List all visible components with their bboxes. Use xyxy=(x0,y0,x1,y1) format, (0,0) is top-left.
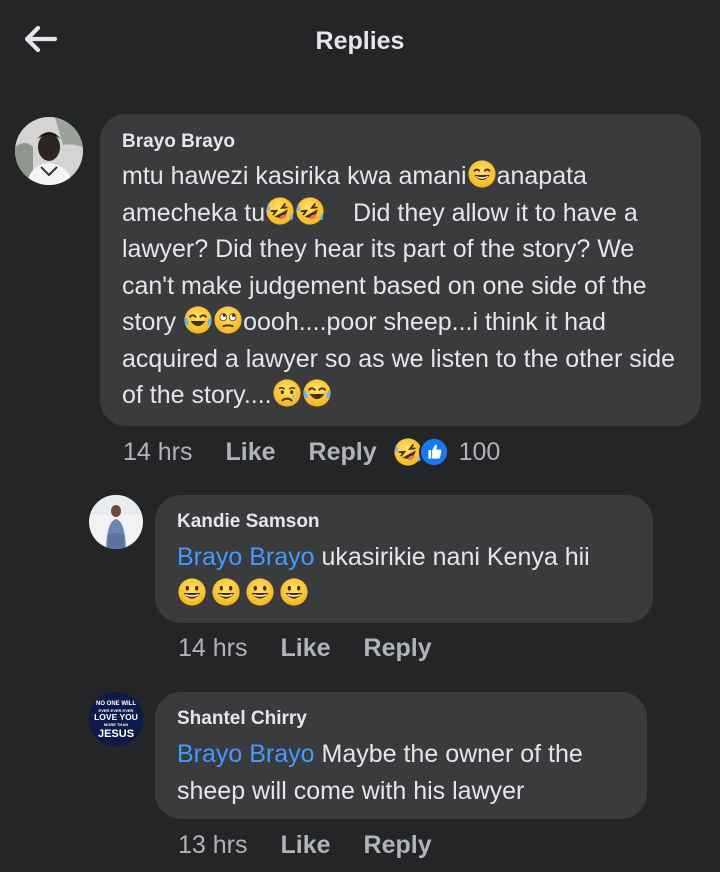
avatar-text: LOVE YOU xyxy=(94,712,138,722)
reply-text: Brayo Brayo ukasirikie nani Kenya hii xyxy=(177,539,633,612)
reaction-summary[interactable]: 100 xyxy=(393,437,501,467)
like-button[interactable]: Like xyxy=(225,438,275,467)
reply-button[interactable]: Reply xyxy=(364,831,432,860)
reply-actions: 13 hrs Like Reply xyxy=(178,831,432,860)
comment-text: mtu hawezi kasirika kwa amani anapata ame… xyxy=(122,158,681,414)
comment-text-part: mtu hawezi kasirika kwa amani xyxy=(122,162,467,190)
avatar-text: NO ONE WILL xyxy=(96,701,136,707)
reply-button[interactable]: Reply xyxy=(364,634,432,663)
reply-button[interactable]: Reply xyxy=(309,438,377,467)
grinning-emoji-icon xyxy=(211,577,241,607)
joy-emoji-icon xyxy=(183,305,213,335)
eye-roll-emoji-icon xyxy=(213,305,243,335)
reply-bubble[interactable]: Shantel Chirry Brayo Brayo Maybe the own… xyxy=(155,692,647,819)
avatar-kandie[interactable] xyxy=(89,495,143,549)
comment-time: 14 hrs xyxy=(123,437,193,466)
reply-text: Brayo Brayo Maybe the owner of the sheep… xyxy=(177,736,627,809)
reply-time: 14 hrs xyxy=(178,634,248,662)
sad-tear-emoji-icon xyxy=(272,378,302,408)
rofl-emoji-icon xyxy=(265,196,295,226)
avatar-text: JESUS xyxy=(98,728,134,740)
reply-text-part: ukasirikie nani Kenya hii xyxy=(314,543,590,571)
avatar-text: MORE THAN xyxy=(104,722,128,727)
reply-bubble[interactable]: Kandie Samson Brayo Brayo ukasirikie nan… xyxy=(155,495,653,623)
mention-link[interactable]: Brayo Brayo xyxy=(177,740,315,768)
comment-author[interactable]: Brayo Brayo xyxy=(122,130,681,154)
grinning-emoji-icon xyxy=(177,577,207,607)
reaction-count: 100 xyxy=(458,437,501,466)
like-button[interactable]: Like xyxy=(280,634,330,663)
top-bar: Replies xyxy=(0,0,720,84)
rofl-emoji-icon xyxy=(295,196,325,226)
like-button[interactable]: Like xyxy=(280,831,330,860)
avatar-brayo[interactable] xyxy=(15,117,83,185)
reply-actions: 14 hrs Like Reply xyxy=(178,634,432,663)
comment-bubble[interactable]: Brayo Brayo mtu hawezi kasirika kwa aman… xyxy=(100,114,701,426)
grinning-emoji-icon xyxy=(279,577,309,607)
page-title: Replies xyxy=(315,27,405,55)
avatar-shantel[interactable]: NO ONE WILL EVER EVER EVER LOVE YOU MORE… xyxy=(89,692,143,746)
grinning-squint-emoji-icon xyxy=(467,159,497,189)
reply-author[interactable]: Kandie Samson xyxy=(177,510,633,534)
reply-author[interactable]: Shantel Chirry xyxy=(177,707,627,731)
joy-emoji-icon xyxy=(302,378,332,408)
grinning-emoji-icon xyxy=(245,577,275,607)
like-reaction-icon xyxy=(418,437,449,467)
comment-actions: 14 hrs Like Reply 100 xyxy=(123,437,500,467)
reply-time: 13 hrs xyxy=(178,831,248,859)
mention-link[interactable]: Brayo Brayo xyxy=(177,543,315,571)
